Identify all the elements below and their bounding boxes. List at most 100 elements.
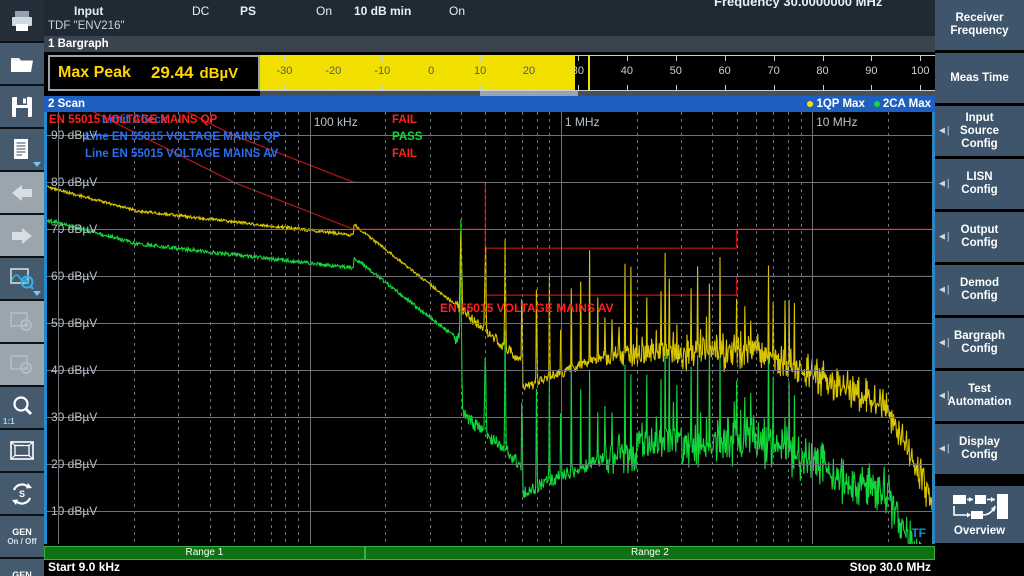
softkey-bargraph-config[interactable]: ◄|BargraphConfig (935, 318, 1024, 371)
bargraph-tick (920, 56, 921, 61)
bargraph-tick (431, 56, 432, 61)
gridline-vertical (888, 112, 889, 544)
save-icon[interactable] (0, 86, 44, 129)
gridline-vertical (549, 112, 550, 544)
submenu-arrow-icon: ◄| (937, 285, 950, 296)
header-field[interactable]: 10 dB min (354, 4, 411, 18)
bargraph-tick (578, 85, 579, 90)
bargraph-scale[interactable]: -30-20-100102030405060708090100 (260, 55, 935, 91)
limit-check-name: Line EN 55015 VOLTAGE MAINS QP (85, 131, 280, 143)
softkey-demod-config[interactable]: ◄| DemodConfig (935, 265, 1024, 318)
submenu-arrow-icon: ◄| (937, 232, 950, 243)
gridline-vertical (522, 112, 523, 544)
gridline-horizontal (47, 276, 932, 277)
gridline-vertical (505, 112, 506, 544)
single-sweep-icon[interactable]: S (0, 473, 44, 516)
bargraph-tick (333, 56, 334, 61)
gridline-vertical (773, 112, 774, 544)
bargraph-tick-label: 10 (474, 65, 486, 77)
scan-range-segment[interactable]: Range 2 (365, 546, 935, 560)
gridline-vertical (681, 112, 682, 544)
bargraph-unit: dBµV (199, 65, 238, 82)
limit-check-result: PASS (392, 131, 422, 143)
bargraph-readout[interactable]: Max Peak 29.44 dBµV (48, 55, 260, 91)
chevron-down-icon (33, 291, 41, 296)
softkey-display-config[interactable]: ◄|DisplayConfig (935, 424, 1024, 477)
submenu-arrow-icon: ◄| (937, 444, 950, 455)
softkey-overview[interactable]: Overview (935, 486, 1024, 546)
open-file-icon[interactable] (0, 43, 44, 86)
softkey-label: LISNConfig (958, 171, 1000, 197)
gridline-vertical (737, 112, 738, 544)
header-field[interactable]: On (449, 4, 465, 18)
softkey-label: TestAutomation (945, 383, 1015, 409)
limit-check-name: Line EN 55015 VOLTAGE MAINS AV (85, 148, 278, 160)
bargraph-tick-label: 80 (816, 65, 828, 77)
bargraph-tick (284, 85, 285, 90)
trace-legend: 1QP Max2CA Max (798, 96, 931, 112)
gridline-vertical (932, 112, 933, 544)
gridline-vertical (801, 112, 802, 544)
submenu-arrow-icon: ◄| (937, 391, 950, 402)
gridline-vertical (271, 112, 272, 544)
softkey-receiver-frequency[interactable]: ReceiverFrequency (935, 0, 1024, 53)
fullscreen-icon[interactable] (0, 430, 44, 473)
softkey-lisn-config[interactable]: ◄| LISNConfig (935, 159, 1024, 212)
zoom-out-icon (0, 344, 44, 387)
softkey-output-config[interactable]: ◄|OutputConfig (935, 212, 1024, 265)
scan-panel-title: 2 Scan 1QP Max2CA Max (44, 96, 935, 112)
softkey-input-source-config[interactable]: ◄|InputSourceConfig (935, 106, 1024, 159)
bargraph-tick (578, 56, 579, 61)
bargraph-value: 29.44 (151, 63, 194, 83)
bargraph-tick-label: 100 (911, 65, 929, 77)
zoom-reset-icon[interactable]: 1:1 (0, 387, 44, 430)
gridline-horizontal (47, 464, 932, 465)
header-field[interactable]: TDF "ENV216" (48, 20, 125, 32)
header-field[interactable]: Input (74, 4, 103, 18)
bargraph-tick-label: -20 (325, 65, 341, 77)
gridline-vertical (210, 112, 211, 544)
scan-range-segment[interactable]: Range 1 (44, 546, 365, 560)
x-axis-tick-label: 10 MHz (816, 115, 857, 129)
gridline-horizontal (47, 229, 932, 230)
chevron-down-icon (33, 162, 41, 167)
bargraph-tick (284, 56, 285, 61)
svg-text:S: S (19, 489, 25, 499)
header-field[interactable]: On (316, 4, 332, 18)
report-icon[interactable] (0, 129, 44, 172)
softkey-test-automation[interactable]: ◄|TestAutomation (935, 371, 1024, 424)
softkey-meas-time[interactable]: Meas Time (935, 53, 1024, 106)
gen-onoff-button[interactable]: GENOn / Off (0, 516, 44, 559)
gridline-vertical (561, 112, 562, 544)
bargraph-tick (333, 85, 334, 90)
gridline-vertical (712, 112, 713, 544)
gridline-vertical (637, 112, 638, 544)
gridline-vertical (254, 112, 255, 544)
x-axis-tick-label: 1 MHz (565, 115, 600, 129)
bargraph-tick (382, 56, 383, 61)
trace-color-dot (807, 101, 813, 107)
bargraph-tick (480, 85, 481, 90)
header-field[interactable]: PS (240, 4, 256, 18)
emi-receiver-screen: 1:1SGENOn / OffGENConfig?? ReceiverFrequ… (0, 0, 1024, 576)
bargraph-panel[interactable]: Max Peak 29.44 dBµV -30-20-1001020304050… (44, 52, 935, 96)
softkey-label: DemodConfig (957, 277, 1002, 303)
bargraph-tick (725, 85, 726, 90)
gen-config-button[interactable]: GENConfig (0, 559, 44, 576)
bargraph-tick-label: 70 (767, 65, 779, 77)
gridline-horizontal (47, 323, 932, 324)
submenu-arrow-icon: ◄| (937, 126, 950, 137)
header-row-transducer: TDF "ENV216" (44, 20, 935, 35)
plot-grid: 10 dBµV20 dBµV30 dBµV40 dBµV50 dBµV60 dB… (47, 112, 932, 544)
zoom-trace-icon[interactable] (0, 258, 44, 301)
overview-diagram-icon (949, 492, 1011, 522)
undo-icon (0, 172, 44, 215)
redo-icon (0, 215, 44, 258)
header-field[interactable]: DC (192, 4, 209, 18)
print-icon[interactable] (0, 0, 44, 43)
scan-plot[interactable]: 10 dBµV20 dBµV30 dBµV40 dBµV50 dBµV60 dB… (44, 112, 935, 544)
submenu-arrow-icon: ◄| (937, 179, 950, 190)
bargraph-tick (529, 56, 530, 61)
header-row-settings: Input DC PS On 10 dB min On (44, 4, 935, 20)
bargraph-tick-label: 0 (428, 65, 434, 77)
